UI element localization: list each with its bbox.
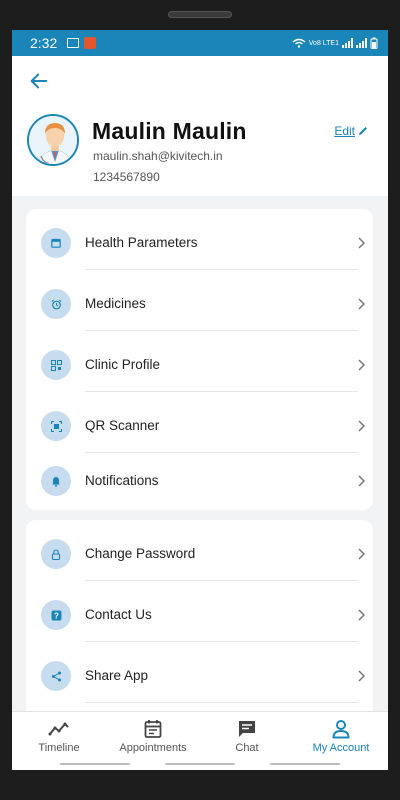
divider: [85, 452, 358, 453]
bottom-navigation: Timeline Appointments Chat My Account: [12, 711, 388, 758]
divider: [85, 641, 358, 642]
menu-item-qr-scanner[interactable]: QR Scanner: [26, 406, 373, 446]
gesture-bar: [12, 758, 388, 770]
nav-label: My Account: [312, 742, 370, 754]
chevron-right-icon: [358, 298, 365, 310]
bell-icon: [41, 466, 71, 496]
timeline-icon: [48, 722, 69, 736]
nav-my-account[interactable]: My Account: [294, 712, 388, 758]
back-arrow-icon[interactable]: [28, 70, 50, 92]
gesture-indicator: [60, 763, 130, 765]
edit-label: Edit: [334, 124, 355, 138]
menu-item-medicines[interactable]: Medicines: [26, 284, 373, 324]
menu-item-label: Contact Us: [85, 607, 152, 622]
signal-2-icon: [356, 38, 367, 48]
chevron-right-icon: [358, 548, 365, 560]
chevron-right-icon: [358, 609, 365, 621]
lock-icon: [41, 539, 71, 569]
earpiece-speaker: [168, 11, 232, 18]
nav-appointments[interactable]: Appointments: [106, 712, 200, 758]
qr-scan-icon: [41, 411, 71, 441]
nav-label: Timeline: [38, 742, 80, 754]
clinic-qr-icon: [41, 350, 71, 380]
status-bar: 2:32 Vo8 LTE1: [12, 30, 388, 56]
share-icon: [41, 661, 71, 691]
divider: [85, 580, 358, 581]
profile-name: Maulin Maulin: [92, 118, 247, 144]
menu-item-health-parameters[interactable]: Health Parameters: [26, 223, 373, 263]
app-notification-icon: [84, 37, 97, 49]
battery-icon: [370, 37, 378, 49]
device-bezel: [0, 0, 400, 30]
profile-phone: 1234567890: [93, 170, 160, 184]
divider: [85, 269, 358, 270]
calendar-icon: [41, 228, 71, 258]
edit-profile-button[interactable]: Edit: [334, 124, 368, 138]
menu-item-notifications[interactable]: Notifications: [26, 461, 373, 501]
profile-header: Maulin Maulin maulin.shah@kivitech.in 12…: [12, 56, 388, 196]
divider: [85, 391, 358, 392]
wifi-icon: [292, 38, 306, 48]
menu-item-label: Change Password: [85, 546, 196, 561]
menu-item-share-app[interactable]: Share App: [26, 656, 373, 696]
status-time: 2:32: [30, 35, 58, 51]
divider: [85, 330, 358, 331]
gallery-notification-icon: [67, 38, 80, 48]
alarm-clock-icon: [41, 289, 71, 319]
app-screen: 2:32 Vo8 LTE1 Maulin Maulin maulin.shah@…: [12, 30, 388, 770]
status-icons: Vo8 LTE1: [292, 37, 378, 49]
menu-item-label: Notifications: [85, 473, 159, 488]
svg-text:?: ?: [54, 611, 59, 620]
profile-email: maulin.shah@kivitech.in: [93, 149, 223, 163]
doctor-avatar-icon: [29, 116, 77, 164]
menu-item-label: QR Scanner: [85, 418, 160, 433]
appointments-icon: [144, 720, 162, 738]
menu-item-label: Clinic Profile: [85, 357, 161, 372]
menu-item-change-password[interactable]: Change Password: [26, 534, 373, 574]
chevron-right-icon: [358, 237, 365, 249]
nav-label: Chat: [235, 742, 259, 754]
chevron-right-icon: [358, 420, 365, 432]
nav-label: Appointments: [119, 742, 187, 754]
chevron-right-icon: [358, 359, 365, 371]
menu-item-label: Share App: [85, 668, 149, 683]
account-icon: [332, 720, 350, 739]
menu-item-label: Health Parameters: [85, 235, 198, 250]
gesture-indicator: [165, 763, 235, 765]
menu-card-secondary: Change Password ? Contact Us Share App: [26, 520, 373, 720]
menu-item-contact-us[interactable]: ? Contact Us: [26, 595, 373, 635]
chevron-right-icon: [358, 670, 365, 682]
menu-card-primary: Health Parameters Medicines Clinic Profi…: [26, 209, 373, 510]
signal-icon: [342, 38, 353, 48]
network-type-label: Vo8 LTE1: [308, 39, 339, 47]
chat-icon: [239, 721, 255, 737]
avatar: [27, 114, 79, 166]
gesture-indicator: [270, 763, 340, 765]
chevron-right-icon: [358, 475, 365, 487]
menu-item-label: Medicines: [85, 296, 146, 311]
nav-chat[interactable]: Chat: [200, 712, 294, 758]
divider: [85, 702, 358, 703]
menu-item-clinic-profile[interactable]: Clinic Profile: [26, 345, 373, 385]
help-icon: ?: [41, 600, 71, 630]
pencil-icon: [359, 127, 367, 135]
nav-timeline[interactable]: Timeline: [12, 712, 106, 758]
